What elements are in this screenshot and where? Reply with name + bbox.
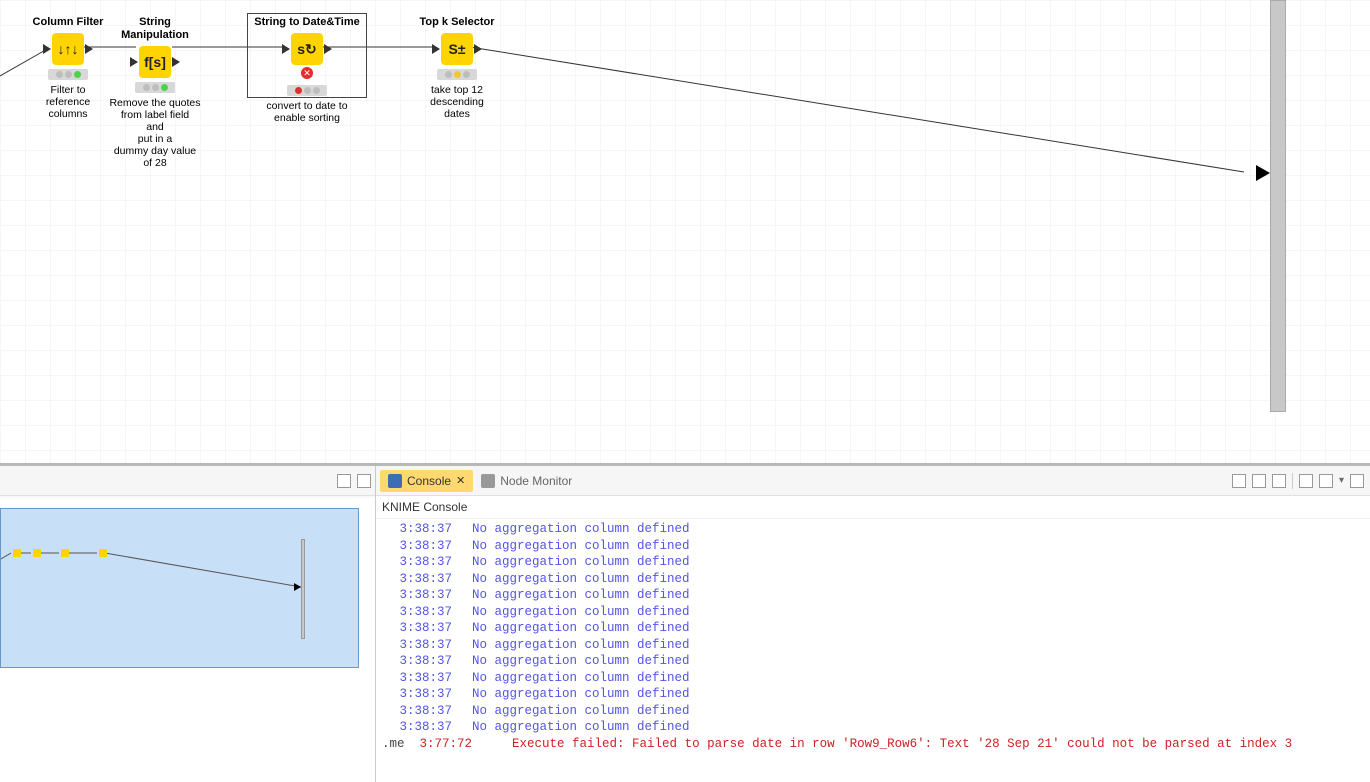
string-manipulation-icon: f[s] (144, 54, 166, 70)
node-description: take top 12 descending dates (404, 84, 510, 120)
mini-metanode-bar (301, 539, 305, 639)
tab-label: Node Monitor (500, 474, 572, 488)
node-icon-box[interactable]: s↻ ✕ (291, 33, 323, 65)
node-description: Remove the quotes from label field and p… (107, 97, 203, 169)
console-tabs: Console ✕ Node Monitor ▾ (376, 466, 1370, 496)
node-title: String Manipulation (107, 16, 203, 42)
port-in-icon[interactable] (43, 44, 51, 54)
outline-pane-toolbar (0, 466, 375, 496)
outline-view[interactable] (0, 496, 375, 782)
error-badge-icon: ✕ (301, 67, 313, 79)
toolbar-icon[interactable] (1350, 474, 1364, 488)
console-log-line: 3:38:37No aggregation column defined (382, 703, 1364, 720)
port-out-icon[interactable] (172, 57, 180, 67)
workflow-canvas[interactable]: Column Filter ↓↑↓ Filter to reference co… (0, 0, 1370, 463)
console-log-line: 3:38:37No aggregation column defined (382, 637, 1364, 654)
port-out-icon[interactable] (474, 44, 482, 54)
node-monitor-tab-icon (481, 474, 495, 488)
string-to-datetime-icon: s↻ (297, 41, 317, 58)
node-string-manipulation[interactable]: String Manipulation f[s] Remove the quot… (107, 16, 203, 169)
node-title: Column Filter (33, 16, 104, 29)
close-icon[interactable]: ✕ (456, 474, 465, 487)
mini-node (61, 549, 69, 557)
port-in-icon[interactable] (432, 44, 440, 54)
mini-node (13, 549, 21, 557)
console-log-line: 3:38:37No aggregation column defined (382, 604, 1364, 621)
separator (1292, 473, 1293, 489)
node-description: convert to date to enable sorting (252, 100, 362, 124)
console-log-line: 3:38:37No aggregation column defined (382, 686, 1364, 703)
node-top-k-selector[interactable]: Top k Selector S± take top 12 descending… (404, 16, 510, 120)
console-log-line: 3:38:37No aggregation column defined (382, 538, 1364, 555)
console-output[interactable]: 3:38:37No aggregation column defined3:38… (376, 519, 1370, 782)
tab-node-monitor[interactable]: Node Monitor (473, 470, 580, 492)
console-log-line: 3:38:37No aggregation column defined (382, 554, 1364, 571)
console-log-line: 3:38:37No aggregation column defined (382, 670, 1364, 687)
tab-label: Console (407, 474, 451, 488)
outline-canvas[interactable] (0, 508, 359, 668)
node-string-to-datetime[interactable]: String to Date&Time s↻ ✕ convert to date… (252, 16, 362, 124)
toolbar-icon[interactable] (1252, 474, 1266, 488)
endpoint-arrow-icon (1256, 165, 1270, 181)
minimize-icon[interactable] (337, 474, 351, 488)
traffic-light (48, 69, 88, 80)
console-log-line: 3:38:37No aggregation column defined (382, 719, 1364, 736)
traffic-light (135, 82, 175, 93)
toolbar-icon[interactable] (1272, 474, 1286, 488)
port-out-icon[interactable] (324, 44, 332, 54)
mini-node (33, 549, 41, 557)
port-in-icon[interactable] (130, 57, 138, 67)
console-log-line: 3:38:37No aggregation column defined (382, 571, 1364, 588)
top-k-icon: S± (448, 41, 465, 57)
console-error-line: .me 3:77:72 Execute failed: Failed to pa… (382, 736, 1364, 753)
metanode-out-bar[interactable] (1270, 0, 1286, 412)
mini-connections (1, 509, 360, 669)
node-column-filter[interactable]: Column Filter ↓↑↓ Filter to reference co… (20, 16, 116, 120)
node-icon-box[interactable]: S± (441, 33, 473, 65)
toolbar-icon[interactable] (1319, 474, 1333, 488)
mini-arrow-icon (294, 583, 301, 591)
toolbar-icon[interactable] (1232, 474, 1246, 488)
port-in-icon[interactable] (282, 44, 290, 54)
toolbar-icon[interactable] (1299, 474, 1313, 488)
node-icon-box[interactable]: ↓↑↓ (52, 33, 84, 65)
console-log-line: 3:38:37No aggregation column defined (382, 620, 1364, 637)
tab-console[interactable]: Console ✕ (380, 470, 473, 492)
console-log-line: 3:38:37No aggregation column defined (382, 587, 1364, 604)
traffic-light (437, 69, 477, 80)
console-log-line: 3:38:37No aggregation column defined (382, 653, 1364, 670)
column-filter-icon: ↓↑↓ (58, 41, 79, 57)
maximize-icon[interactable] (357, 474, 371, 488)
console-log-line: 3:38:37No aggregation column defined (382, 521, 1364, 538)
console-title: KNIME Console (376, 496, 1370, 519)
node-icon-box[interactable]: f[s] (139, 46, 171, 78)
console-tab-icon (388, 474, 402, 488)
mini-node (99, 549, 107, 557)
port-out-icon[interactable] (85, 44, 93, 54)
connection-lines (0, 0, 1370, 463)
outline-pane (0, 466, 376, 782)
node-title: Top k Selector (420, 16, 495, 29)
node-description: Filter to reference columns (20, 84, 116, 120)
console-toolbar: ▾ (1232, 473, 1364, 489)
console-pane: Console ✕ Node Monitor ▾ KNIME Console 3… (376, 466, 1370, 782)
chevron-down-icon[interactable]: ▾ (1339, 475, 1344, 486)
